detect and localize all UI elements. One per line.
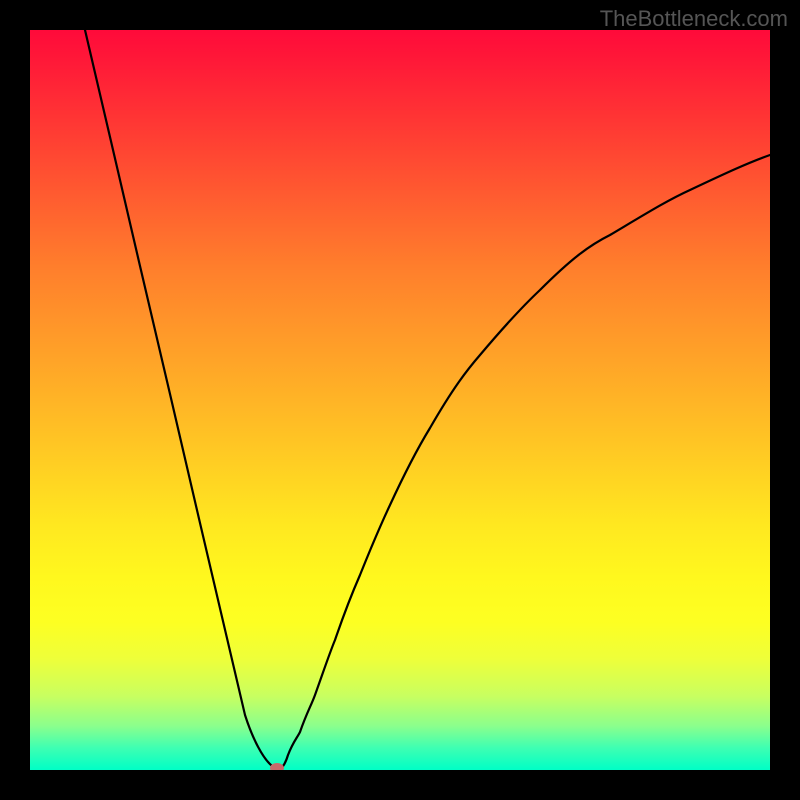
curve-layer [30,30,770,770]
minimum-marker [270,763,284,770]
watermark-text: TheBottleneck.com [600,6,788,32]
plot-area [30,30,770,770]
chart-container: TheBottleneck.com [0,0,800,800]
bottleneck-curve [85,30,770,770]
